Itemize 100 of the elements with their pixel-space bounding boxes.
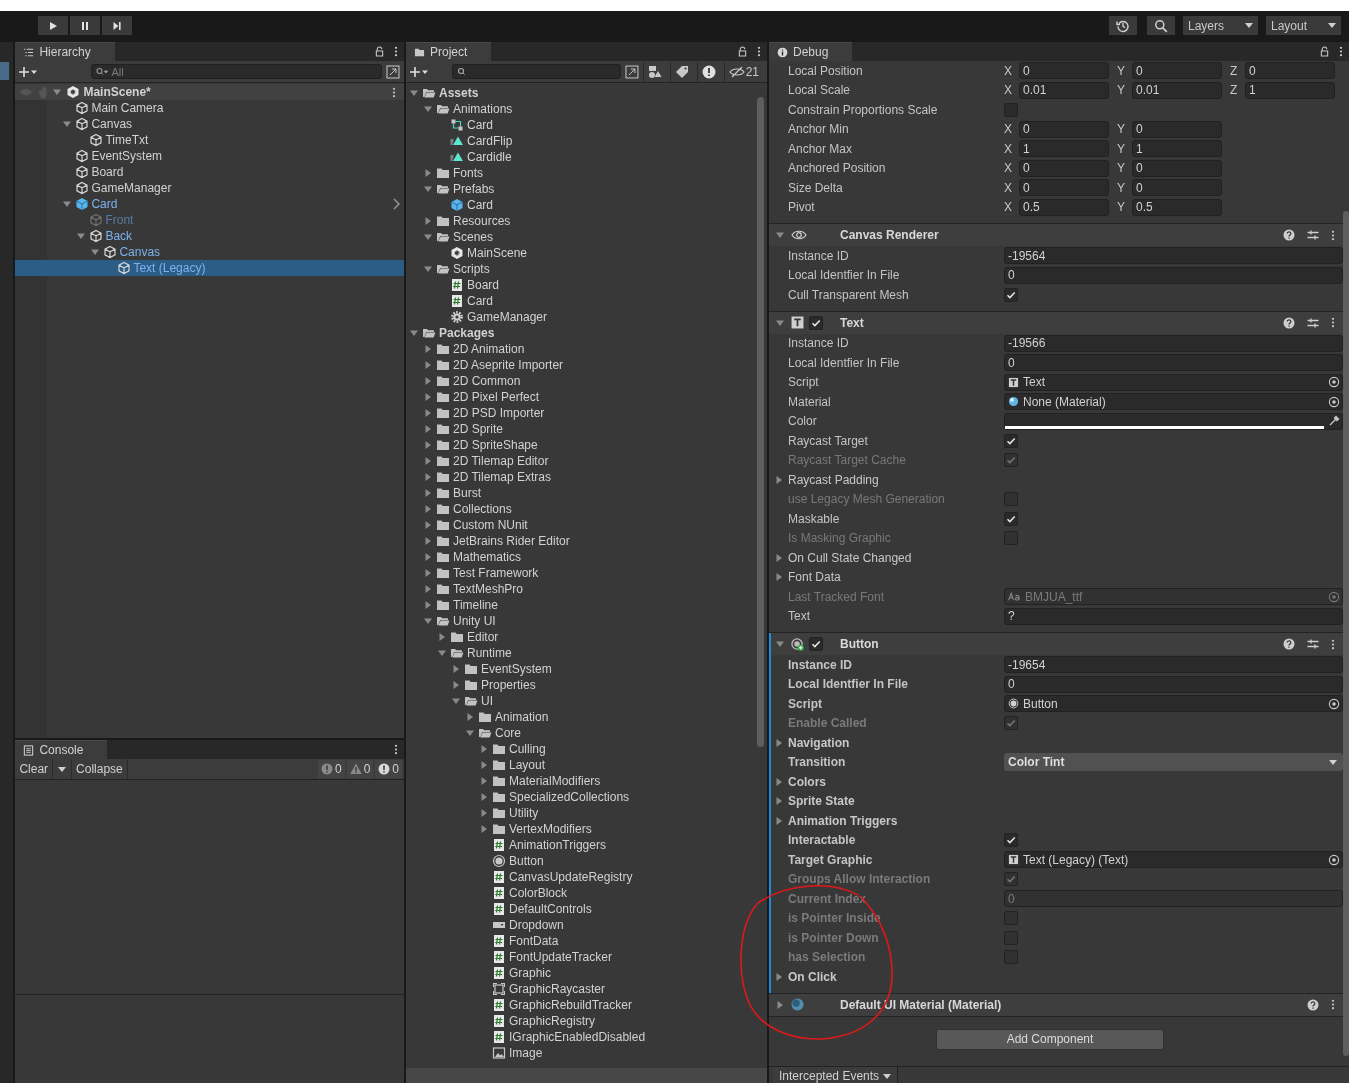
collapse-arrow-icon[interactable] [438, 649, 446, 657]
project-item[interactable]: CardFlip [450, 134, 513, 148]
project-item[interactable]: TextMeshPro [436, 582, 524, 596]
hierarchy-item[interactable]: Card [15, 196, 404, 212]
collapse-arrow-icon[interactable] [53, 88, 62, 96]
object-field[interactable]: None (Material) [1004, 393, 1343, 411]
expand-arrow-icon[interactable] [424, 409, 432, 417]
expand-arrow-icon[interactable] [424, 169, 432, 177]
collapse-arrow-icon[interactable] [776, 640, 784, 648]
layers-dropdown[interactable]: Layers [1183, 16, 1258, 35]
expand-arrow-icon[interactable] [452, 681, 460, 689]
project-item[interactable]: 2D Tilemap Extras [436, 470, 552, 484]
project-item[interactable]: Fonts [436, 166, 483, 180]
project-item[interactable]: Unity UI [436, 614, 496, 628]
project-item[interactable]: Burst [436, 486, 481, 500]
eyedropper-icon[interactable] [1328, 415, 1340, 428]
value-field[interactable]: ? [1004, 607, 1343, 625]
foldout[interactable]: Raycast Padding [775, 472, 879, 487]
expand-arrow-icon[interactable] [424, 537, 432, 545]
checkbox[interactable] [1004, 511, 1018, 526]
project-item[interactable]: Layout [492, 758, 546, 772]
collapse-arrow-icon[interactable] [77, 232, 86, 240]
add-component-button[interactable]: Add Component [936, 1028, 1164, 1050]
expand-arrow-icon[interactable] [424, 425, 432, 433]
project-item[interactable]: 2D SpriteShape [436, 438, 538, 452]
more-options-icon[interactable] [757, 46, 761, 57]
layout-dropdown[interactable]: Layout [1266, 16, 1341, 35]
collapse-button[interactable]: Collapse [72, 759, 128, 779]
expand-arrow-icon[interactable] [776, 1000, 784, 1009]
project-item[interactable]: GameManager [450, 310, 548, 324]
project-item[interactable]: Scripts [436, 262, 490, 276]
number-field[interactable]: 0 [1019, 62, 1109, 80]
console-tab[interactable]: Console [15, 740, 108, 759]
project-item[interactable]: UI [464, 694, 493, 708]
lock-icon[interactable] [1320, 46, 1329, 57]
more-options-icon[interactable] [392, 86, 396, 98]
number-field[interactable]: 1 [1019, 140, 1109, 158]
project-item[interactable]: CanvasUpdateRegistry [492, 870, 633, 884]
scene-header[interactable]: MainScene* [15, 84, 404, 100]
collapse-arrow-icon[interactable] [424, 617, 432, 625]
expand-arrow-icon[interactable] [424, 345, 432, 353]
more-options-icon[interactable] [1331, 229, 1335, 241]
lock-icon[interactable] [375, 46, 384, 57]
search-field[interactable] [451, 64, 621, 79]
project-item[interactable]: Timeline [436, 598, 498, 612]
project-item[interactable]: Card [450, 118, 493, 132]
expand-arrow-icon[interactable] [480, 745, 488, 753]
project-item[interactable]: Assets [422, 86, 479, 100]
project-item[interactable]: EventSystem [464, 662, 552, 676]
help-icon[interactable] [1283, 229, 1295, 241]
expand-arrow-icon[interactable] [480, 809, 488, 817]
project-item[interactable]: Mathematics [436, 550, 522, 564]
hidden-packages-toggle[interactable]: 21 [723, 61, 763, 82]
project-item[interactable]: FontData [492, 934, 559, 948]
warning-count-toggle[interactable]: 0 [346, 760, 374, 778]
value-field[interactable]: 0 [1004, 675, 1343, 693]
object-picker-icon[interactable] [1328, 395, 1340, 408]
checkbox[interactable] [1004, 433, 1018, 448]
foldout[interactable]: Navigation [775, 735, 850, 750]
history-button[interactable] [1109, 16, 1137, 35]
number-field[interactable]: 0 [1132, 179, 1222, 197]
number-field[interactable]: 0 [1132, 159, 1222, 177]
project-item[interactable]: Editor [450, 630, 499, 644]
hierarchy-tab[interactable]: Hierarchy [15, 42, 115, 61]
expand-arrow-icon[interactable] [424, 393, 432, 401]
project-item[interactable]: Culling [492, 742, 546, 756]
expand-arrow-icon[interactable] [424, 505, 432, 513]
hierarchy-item[interactable]: EventSystem [15, 148, 404, 164]
expand-arrow-icon[interactable] [480, 761, 488, 769]
number-field[interactable]: 0.5 [1019, 198, 1109, 216]
project-item[interactable]: Scenes [436, 230, 494, 244]
object-field[interactable]: Text [1004, 373, 1343, 391]
project-item[interactable]: Dropdown [492, 918, 564, 932]
presets-icon[interactable] [1307, 316, 1319, 329]
project-item[interactable]: Button [492, 854, 544, 868]
project-item[interactable]: Resources [436, 214, 511, 228]
expand-arrow-icon[interactable] [480, 777, 488, 785]
collapse-arrow-icon[interactable] [424, 185, 432, 193]
value-field[interactable]: -19566 [1004, 334, 1343, 352]
scrollbar-thumb[interactable] [757, 97, 764, 747]
foldout[interactable]: On Cull State Changed [775, 550, 912, 565]
info-count-toggle[interactable]: 0 [317, 760, 345, 778]
component-header[interactable]: Default UI Material (Material) [769, 993, 1343, 1016]
project-item[interactable]: GraphicRebuildTracker [492, 998, 632, 1012]
number-field[interactable]: 0.01 [1132, 81, 1222, 99]
project-item[interactable]: ColorBlock [492, 886, 568, 900]
value-field[interactable]: 0 [1004, 354, 1343, 372]
collapse-arrow-icon[interactable] [466, 729, 474, 737]
project-item[interactable]: Collections [436, 502, 512, 516]
collapse-arrow-icon[interactable] [452, 697, 460, 705]
number-field[interactable]: 0 [1019, 120, 1109, 138]
foldout[interactable]: Colors [775, 774, 826, 789]
project-item[interactable]: Packages [422, 326, 495, 340]
checkbox[interactable] [809, 637, 823, 651]
help-icon[interactable] [1283, 316, 1295, 329]
number-field[interactable]: 0.01 [1019, 81, 1109, 99]
number-field[interactable]: 0 [1245, 62, 1335, 80]
project-item[interactable]: GraphicRegistry [492, 1014, 596, 1028]
expand-arrow-icon[interactable] [424, 521, 432, 529]
hierarchy-item[interactable]: Board [15, 164, 404, 180]
